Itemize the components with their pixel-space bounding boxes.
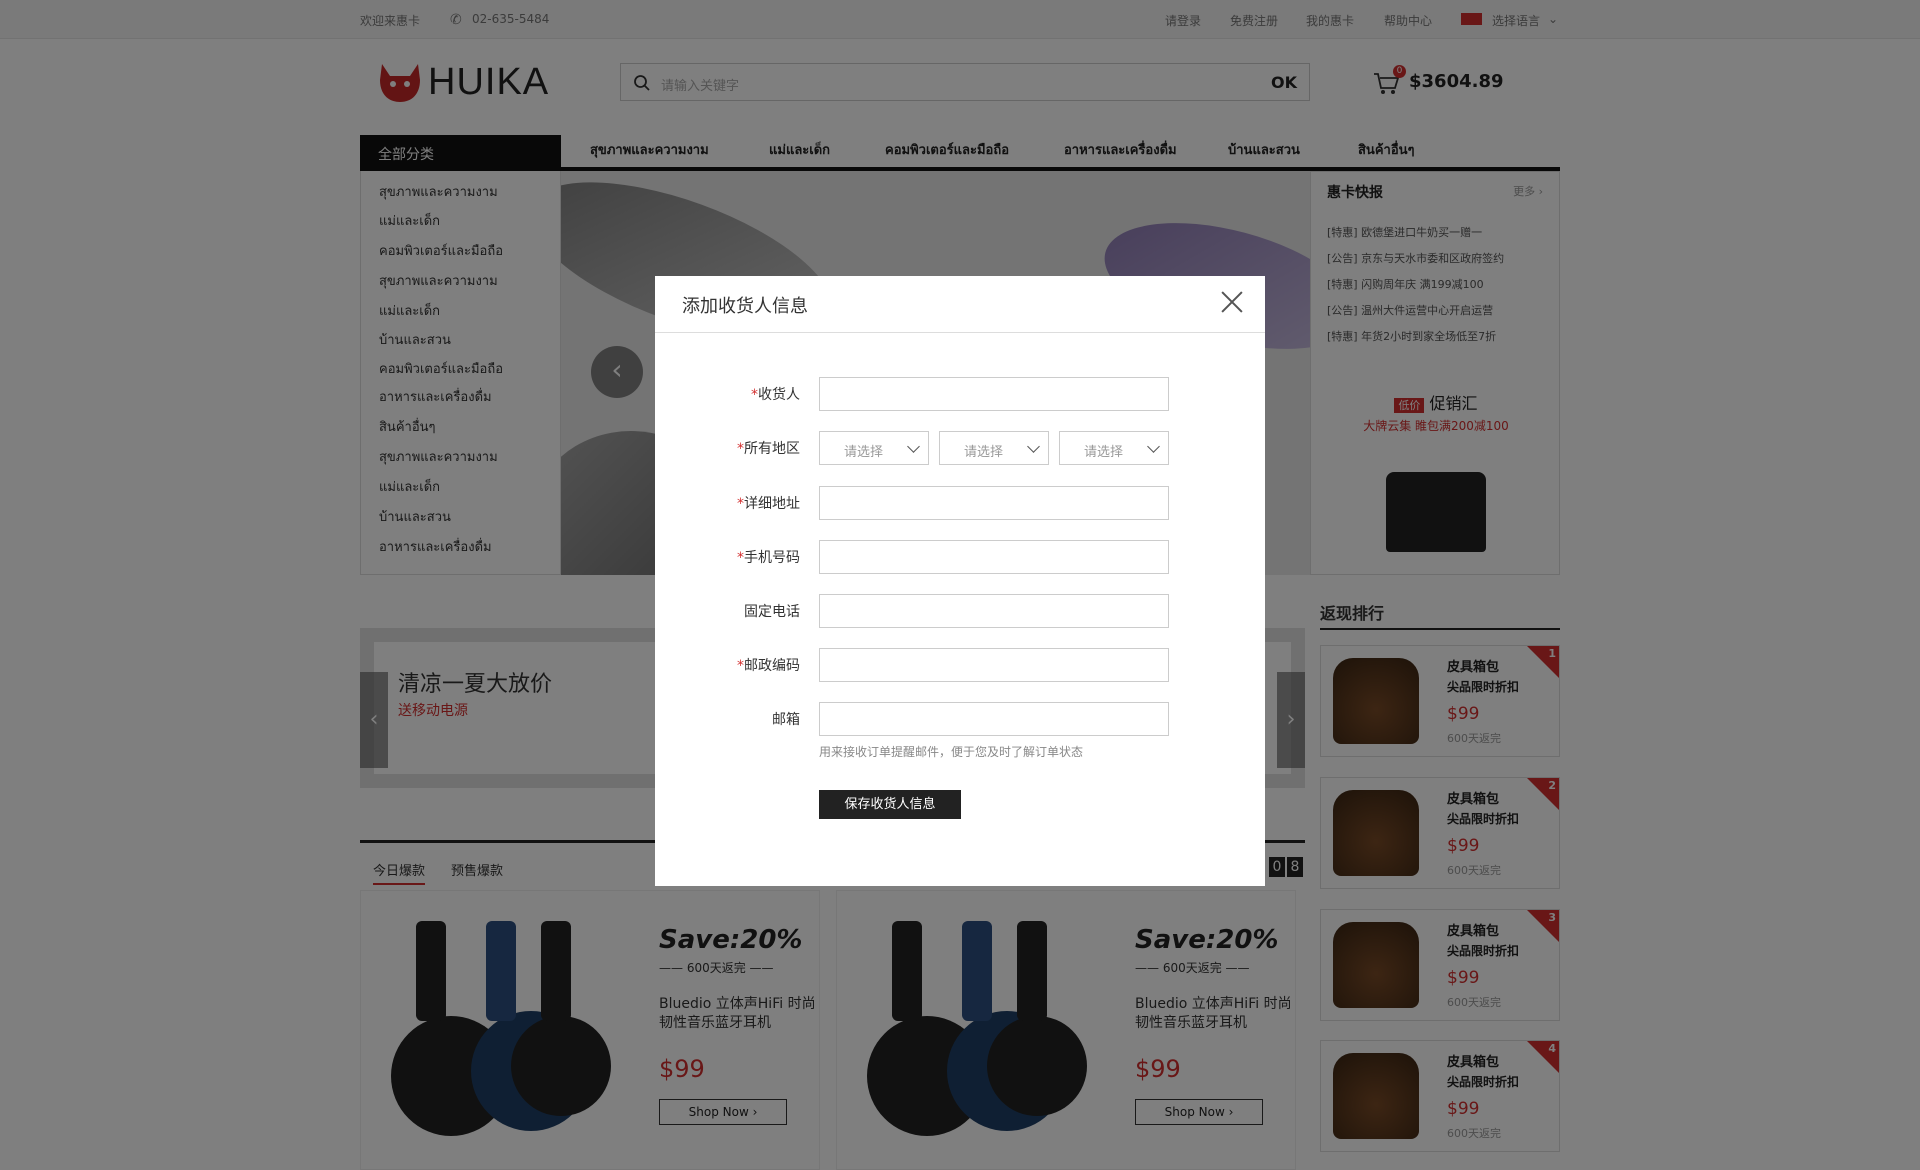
required-mark: * [737, 441, 744, 457]
required-mark: * [751, 387, 758, 403]
email-input[interactable] [819, 702, 1169, 736]
chevron-down-icon [1027, 440, 1040, 453]
mobile-label: *手机号码 [655, 547, 800, 567]
required-mark: * [737, 658, 744, 674]
address-label: *详细地址 [655, 493, 800, 513]
address-label-text: 详细地址 [744, 496, 800, 512]
required-mark: * [737, 496, 744, 512]
district-select[interactable]: 请选择 [1059, 431, 1169, 465]
postcode-input[interactable] [819, 648, 1169, 682]
email-hint: 用来接收订单提醒邮件，便于您及时了解订单状态 [819, 745, 1084, 759]
divider [655, 332, 1265, 333]
receiver-label-text: 收货人 [758, 387, 800, 403]
select-value: 请选择 [844, 445, 884, 460]
chevron-down-icon [1147, 440, 1160, 453]
chevron-down-icon [907, 440, 920, 453]
phone-input[interactable] [819, 594, 1169, 628]
postcode-label-text: 邮政编码 [744, 658, 800, 674]
address-input[interactable] [819, 486, 1169, 520]
region-label: *所有地区 [655, 438, 800, 458]
mobile-label-text: 手机号码 [744, 550, 800, 566]
email-label: 邮箱 [772, 712, 800, 728]
close-icon[interactable] [1218, 288, 1246, 316]
mobile-input[interactable] [819, 540, 1169, 574]
receiver-label: *收货人 [655, 384, 800, 404]
select-value: 请选择 [1084, 445, 1124, 460]
postcode-label: *邮政编码 [655, 655, 800, 675]
city-select[interactable]: 请选择 [939, 431, 1049, 465]
select-value: 请选择 [964, 445, 1004, 460]
province-select[interactable]: 请选择 [819, 431, 929, 465]
phone-label: 固定电话 [744, 604, 800, 620]
receiver-input[interactable] [819, 377, 1169, 411]
save-address-button[interactable]: 保存收货人信息 [819, 790, 961, 819]
required-mark: * [737, 550, 744, 566]
add-address-dialog: 添加收货人信息 *收货人 *所有地区 请选择 请选择 请选择 *详细地址 *手机… [655, 276, 1265, 886]
dialog-title: 添加收货人信息 [682, 296, 808, 317]
region-label-text: 所有地区 [744, 441, 800, 457]
